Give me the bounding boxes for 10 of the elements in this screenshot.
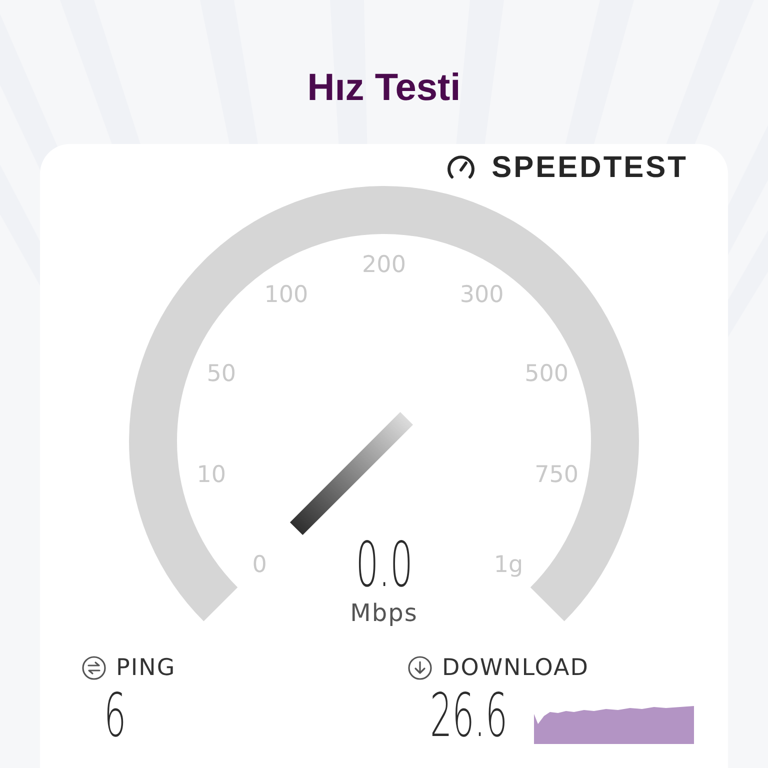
result-value: 26.6 (430, 686, 508, 746)
page-title: Hız Testi (307, 66, 461, 110)
swap-arrows-icon (82, 656, 106, 680)
download-icon (408, 656, 432, 680)
speed-reading: 0.0 (355, 534, 413, 596)
speed-unit: Mbps (350, 598, 418, 628)
result-value: 6 (104, 686, 126, 746)
result-label: PING (116, 654, 176, 682)
logo-text: SPEEDTEST (492, 152, 688, 184)
result-label: DOWNLOAD (442, 654, 589, 682)
